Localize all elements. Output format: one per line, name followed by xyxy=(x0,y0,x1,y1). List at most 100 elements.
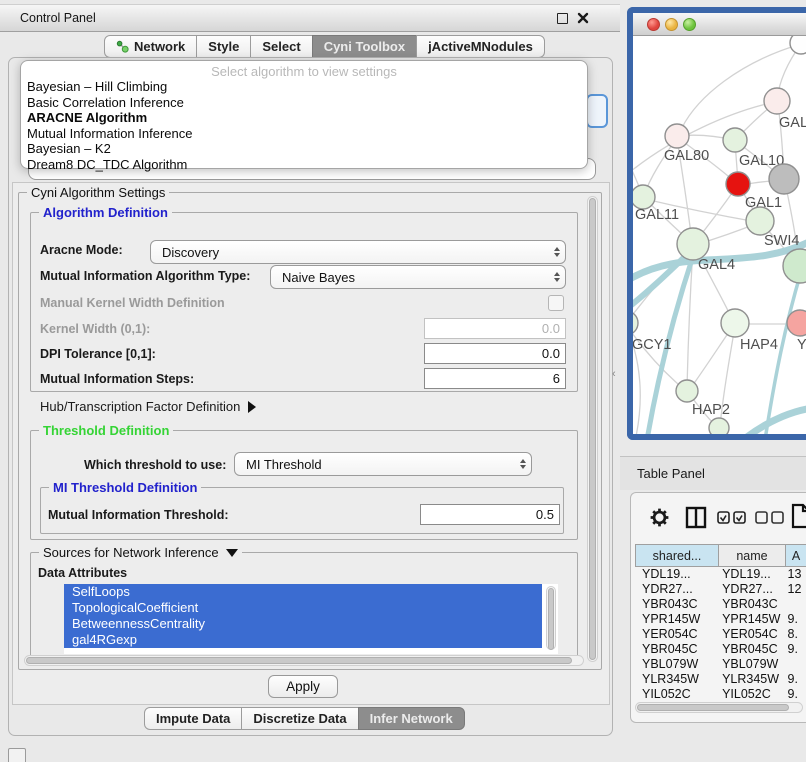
table-cell: YBL079W xyxy=(717,657,783,672)
aracne-mode-select[interactable]: Discovery xyxy=(150,240,566,264)
split-columns-icon[interactable] xyxy=(685,506,707,529)
network-node-gal1[interactable] xyxy=(726,172,750,196)
data-attribute-item[interactable]: TopologicalCoefficient xyxy=(64,600,542,616)
node-label: GAL xyxy=(779,115,806,131)
table-cell: YDR27... xyxy=(717,582,783,597)
algorithm-option[interactable]: ARACNE Algorithm xyxy=(21,110,587,126)
tab-jactivemnodules[interactable]: jActiveMNodules xyxy=(416,35,545,58)
data-attribute-item[interactable]: SelfLoops xyxy=(64,584,542,600)
node-label: HAP2 xyxy=(692,402,730,418)
dpi-tolerance-label: DPI Tolerance [0,1]: xyxy=(40,347,156,361)
expanded-arrow-icon xyxy=(226,549,238,557)
tab-label: Select xyxy=(262,39,300,54)
table-row[interactable]: YDR27...YDR27...12 xyxy=(636,582,806,597)
table-row[interactable]: YER054CYER054C8. xyxy=(636,627,806,642)
network-node-gcy1[interactable] xyxy=(633,311,638,335)
network-node[interactable] xyxy=(790,36,806,54)
apply-button[interactable]: Apply xyxy=(268,675,338,698)
settings-vertical-scrollbar[interactable] xyxy=(587,196,598,662)
table-cell: 12 xyxy=(784,582,806,597)
minimized-panel-icon[interactable] xyxy=(8,748,26,762)
network-node-gal[interactable] xyxy=(764,88,790,114)
which-threshold-select[interactable]: MI Threshold xyxy=(234,452,532,476)
tab-network[interactable]: Network xyxy=(104,35,197,58)
table-row[interactable]: YBR045CYBR045C9. xyxy=(636,642,806,657)
network-node-gal80[interactable] xyxy=(665,124,689,148)
unchecked-checkboxes-icon[interactable] xyxy=(755,511,785,524)
node-label: Y xyxy=(797,337,806,353)
table-row[interactable]: YDL19...YDL19...13 xyxy=(636,567,806,582)
column-header[interactable]: name xyxy=(718,544,786,567)
mi-threshold-field[interactable]: 0.5 xyxy=(420,504,560,525)
aracne-mode-value: Discovery xyxy=(151,245,549,260)
hub-section-toggle[interactable]: Hub/Transcription Factor Definition xyxy=(40,399,256,414)
network-node-gal10[interactable] xyxy=(723,128,747,152)
mi-steps-field[interactable]: 6 xyxy=(424,368,566,389)
table-row[interactable]: YPR145WYPR145W9. xyxy=(636,612,806,627)
network-canvas[interactable]: GALGAL80GAL10GAL1GAL11SWI4GAL4GCY1HAP4YH… xyxy=(633,36,806,435)
float-window-icon[interactable] xyxy=(557,13,568,24)
tab-cyni-toolbox[interactable]: Cyni Toolbox xyxy=(312,35,417,58)
column-header[interactable]: shared... xyxy=(635,544,719,567)
algorithm-option[interactable]: Bayesian – K2 xyxy=(21,141,587,157)
tab-style[interactable]: Style xyxy=(196,35,251,58)
kernel-width-label: Kernel Width (0,1): xyxy=(40,322,150,336)
table-row[interactable]: YIL052CYIL052C9. xyxy=(636,687,806,702)
settings-horizontal-scrollbar[interactable] xyxy=(24,655,584,666)
table-header-row: shared...nameA xyxy=(636,544,806,567)
table-row[interactable]: YBL079WYBL079W xyxy=(636,657,806,672)
column-header[interactable]: A xyxy=(785,544,806,567)
table-row[interactable]: YBR043CYBR043C xyxy=(636,597,806,612)
network-node-swi4[interactable] xyxy=(746,207,774,235)
dpi-tolerance-field[interactable]: 0.0 xyxy=(424,343,566,364)
network-node-hap2[interactable] xyxy=(676,380,698,402)
network-node-y[interactable] xyxy=(787,310,806,336)
checked-checkboxes-icon[interactable] xyxy=(717,511,747,524)
tab-select[interactable]: Select xyxy=(250,35,312,58)
mac-minimize-icon[interactable] xyxy=(665,18,678,31)
algorithm-option[interactable]: Mutual Information Inference xyxy=(21,126,587,142)
node-label: SWI4 xyxy=(764,233,799,249)
node-label: GCY1 xyxy=(633,337,672,353)
table-row[interactable]: YLR345WYLR345W9. xyxy=(636,672,806,687)
collapsed-arrow-icon xyxy=(248,401,256,413)
mac-zoom-icon[interactable] xyxy=(683,18,696,31)
mi-type-value: Naive Bayes xyxy=(271,270,549,285)
document-icon[interactable] xyxy=(791,503,806,529)
network-node-gal4[interactable] xyxy=(677,228,709,260)
gear-icon[interactable] xyxy=(648,506,671,529)
close-panel-icon[interactable] xyxy=(577,12,589,24)
attr-list-scrollbar[interactable] xyxy=(546,586,556,650)
table-cell xyxy=(784,657,806,672)
network-node[interactable] xyxy=(769,164,799,194)
table-horizontal-scrollbar[interactable] xyxy=(635,702,803,713)
algorithm-option[interactable]: Bayesian – Hill Climbing xyxy=(21,79,587,95)
sources-group-header[interactable]: Sources for Network Inference xyxy=(39,545,242,560)
network-window-titlebar[interactable] xyxy=(633,13,806,36)
data-attribute-item[interactable]: gal4RGexp xyxy=(64,632,542,648)
table-cell: YIL052C xyxy=(717,687,783,702)
stepper-arrows-icon xyxy=(515,453,531,475)
mac-close-icon[interactable] xyxy=(647,18,660,31)
table-cell: YBL079W xyxy=(636,657,717,672)
mi-type-select[interactable]: Naive Bayes xyxy=(270,265,566,289)
table-cell: 13 xyxy=(784,567,806,582)
tab-discretize-data[interactable]: Discretize Data xyxy=(241,707,358,730)
algorithm-option[interactable]: Dream8 DC_TDC Algorithm xyxy=(21,157,587,173)
splitter-collapse-icon[interactable]: ‹ xyxy=(612,368,616,380)
network-edge-highlighted[interactable] xyxy=(743,408,806,435)
table-cell: 9. xyxy=(784,612,806,627)
network-node-gal11[interactable] xyxy=(633,185,655,209)
tab-label: Network xyxy=(134,39,185,54)
network-node[interactable] xyxy=(709,418,729,435)
table-cell: YDR27... xyxy=(636,582,717,597)
manual-kernel-checkbox[interactable] xyxy=(548,295,564,311)
mi-type-label: Mutual Information Algorithm Type: xyxy=(40,269,250,283)
network-node-hap4[interactable] xyxy=(721,309,749,337)
kernel-width-field[interactable]: 0.0 xyxy=(424,318,566,339)
focused-button-fragment[interactable] xyxy=(586,94,608,128)
tab-impute-data[interactable]: Impute Data xyxy=(144,707,242,730)
data-attribute-item[interactable]: BetweennessCentrality xyxy=(64,616,542,632)
tab-infer-network[interactable]: Infer Network xyxy=(358,707,465,730)
algorithm-option[interactable]: Basic Correlation Inference xyxy=(21,95,587,111)
